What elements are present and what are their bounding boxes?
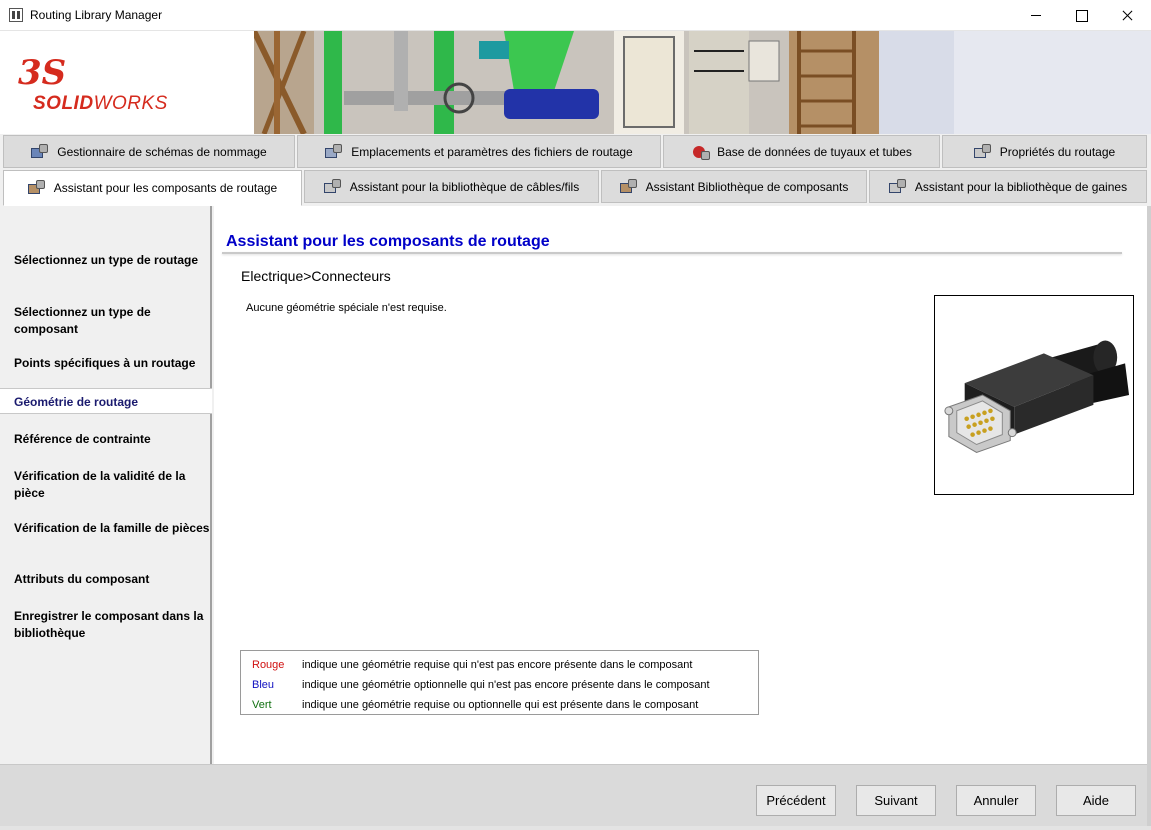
legend-row-green: Vert indique une géométrie requise ou op… — [252, 695, 758, 715]
close-icon[interactable] — [1104, 0, 1150, 31]
tab-label: Assistant pour la bibliothèque de gaines — [914, 179, 1128, 194]
routing-properties-icon — [973, 143, 992, 160]
tab-label: Gestionnaire de schémas de nommage — [57, 144, 267, 159]
nav-step-routing-geometry[interactable]: Géométrie de routage — [0, 388, 212, 414]
breadcrumb: Electrique>Connecteurs — [241, 268, 391, 284]
tab-label: Propriétés du routage — [999, 144, 1116, 159]
tab-cable-library-wizard[interactable]: Assistant pour la bibliothèque de câbles… — [304, 170, 599, 203]
nav-step-component-attributes[interactable]: Attributs du composant — [14, 571, 210, 588]
cable-library-icon — [323, 178, 342, 195]
file-locations-icon — [325, 143, 343, 160]
tab-routing-component-wizard[interactable]: Assistant pour les composants de routage — [3, 170, 302, 206]
legend-desc-red: indique une géométrie requise qui n'est … — [302, 659, 693, 671]
nav-step-part-validity[interactable]: Vérification de la validité de la pièce — [14, 468, 210, 502]
maximize-icon[interactable] — [1058, 0, 1104, 31]
tab-sheath-library-wizard[interactable]: Assistant pour la bibliothèque de gaines — [869, 170, 1147, 203]
component-wizard-icon — [27, 180, 46, 196]
nav-step-component-type[interactable]: Sélectionnez un type de composant — [14, 304, 210, 338]
component-preview — [934, 295, 1134, 495]
window-bottom-edge — [0, 826, 1151, 830]
legend-label-green: Vert — [252, 699, 272, 711]
legend-desc-blue: indique une géométrie optionnelle qui n'… — [302, 679, 710, 691]
tab-routing-properties[interactable]: Propriétés du routage — [942, 135, 1147, 168]
legend-row-blue: Bleu indique une géométrie optionnelle q… — [252, 675, 758, 695]
tab-label: Assistant pour la bibliothèque de câbles… — [349, 179, 580, 194]
wizard-button-bar: Précédent Suivant Annuler Aide — [0, 764, 1147, 826]
next-button[interactable]: Suivant — [856, 785, 936, 816]
geometry-note: Aucune géométrie spéciale n'est requise. — [246, 302, 447, 314]
cancel-button[interactable]: Annuler — [956, 785, 1036, 816]
sheath-library-icon — [888, 178, 907, 195]
tab-file-locations[interactable]: Emplacements et paramètres des fichiers … — [297, 135, 661, 168]
app-icon — [9, 8, 23, 22]
banner: 3S SOLIDWORKS — [0, 31, 1151, 134]
legend-label-blue: Bleu — [252, 679, 275, 691]
title-divider — [222, 252, 1122, 254]
tab-label: Assistant pour les composants de routage — [53, 181, 278, 195]
industrial-piping-banner-image — [254, 31, 1151, 134]
legend-label-red: Rouge — [252, 659, 285, 671]
wizard-main-panel: Assistant pour les composants de routage… — [214, 206, 1147, 764]
window-title: Routing Library Manager — [30, 8, 163, 22]
component-library-icon — [619, 178, 638, 195]
logo-works: WORKS — [93, 93, 168, 114]
d-sub-connector-icon — [944, 340, 1130, 453]
tab-component-library-wizard[interactable]: Assistant Bibliothèque de composants — [601, 170, 867, 203]
nav-step-routing-points[interactable]: Points spécifiques à un routage — [14, 355, 210, 372]
window-right-edge — [1147, 206, 1151, 826]
title-bar: Routing Library Manager — [0, 0, 1151, 31]
legend-row-red: Rouge indique une géométrie requise qui … — [252, 655, 758, 675]
page-title: Assistant pour les composants de routage — [226, 233, 550, 250]
tab-pipe-tube-database[interactable]: Base de données de tuyaux et tubes — [663, 135, 940, 168]
help-button[interactable]: Aide — [1056, 785, 1136, 816]
solidworks-logo: 3S SOLIDWORKS — [18, 53, 188, 123]
tab-label: Emplacements et paramètres des fichiers … — [351, 144, 633, 159]
minimize-icon[interactable] — [1013, 0, 1059, 31]
logo-solid: SOLID — [33, 93, 94, 114]
previous-button[interactable]: Précédent — [756, 785, 836, 816]
nav-step-mate-reference[interactable]: Référence de contrainte — [14, 431, 210, 448]
nav-step-save-to-library[interactable]: Enregistrer le composant dans la bibliot… — [14, 608, 210, 642]
tab-label: Base de données de tuyaux et tubes — [717, 144, 912, 159]
legend-desc-green: indique une géométrie requise ou optionn… — [302, 699, 699, 711]
ds-logo-mark: 3S — [18, 53, 67, 93]
nav-step-part-family[interactable]: Vérification de la famille de pièces — [14, 520, 210, 537]
tab-label: Assistant Bibliothèque de composants — [645, 179, 849, 194]
logo-wordmark: SOLIDWORKS — [33, 93, 168, 115]
color-legend: Rouge indique une géométrie requise qui … — [240, 650, 759, 715]
nav-step-routing-type[interactable]: Sélectionnez un type de routage — [14, 252, 210, 269]
wizard-steps-nav: Sélectionnez un type de routage Sélectio… — [0, 206, 212, 764]
tab-naming-schema-manager[interactable]: Gestionnaire de schémas de nommage — [3, 135, 295, 168]
pipe-database-icon — [691, 144, 711, 160]
naming-schema-icon — [31, 143, 49, 160]
